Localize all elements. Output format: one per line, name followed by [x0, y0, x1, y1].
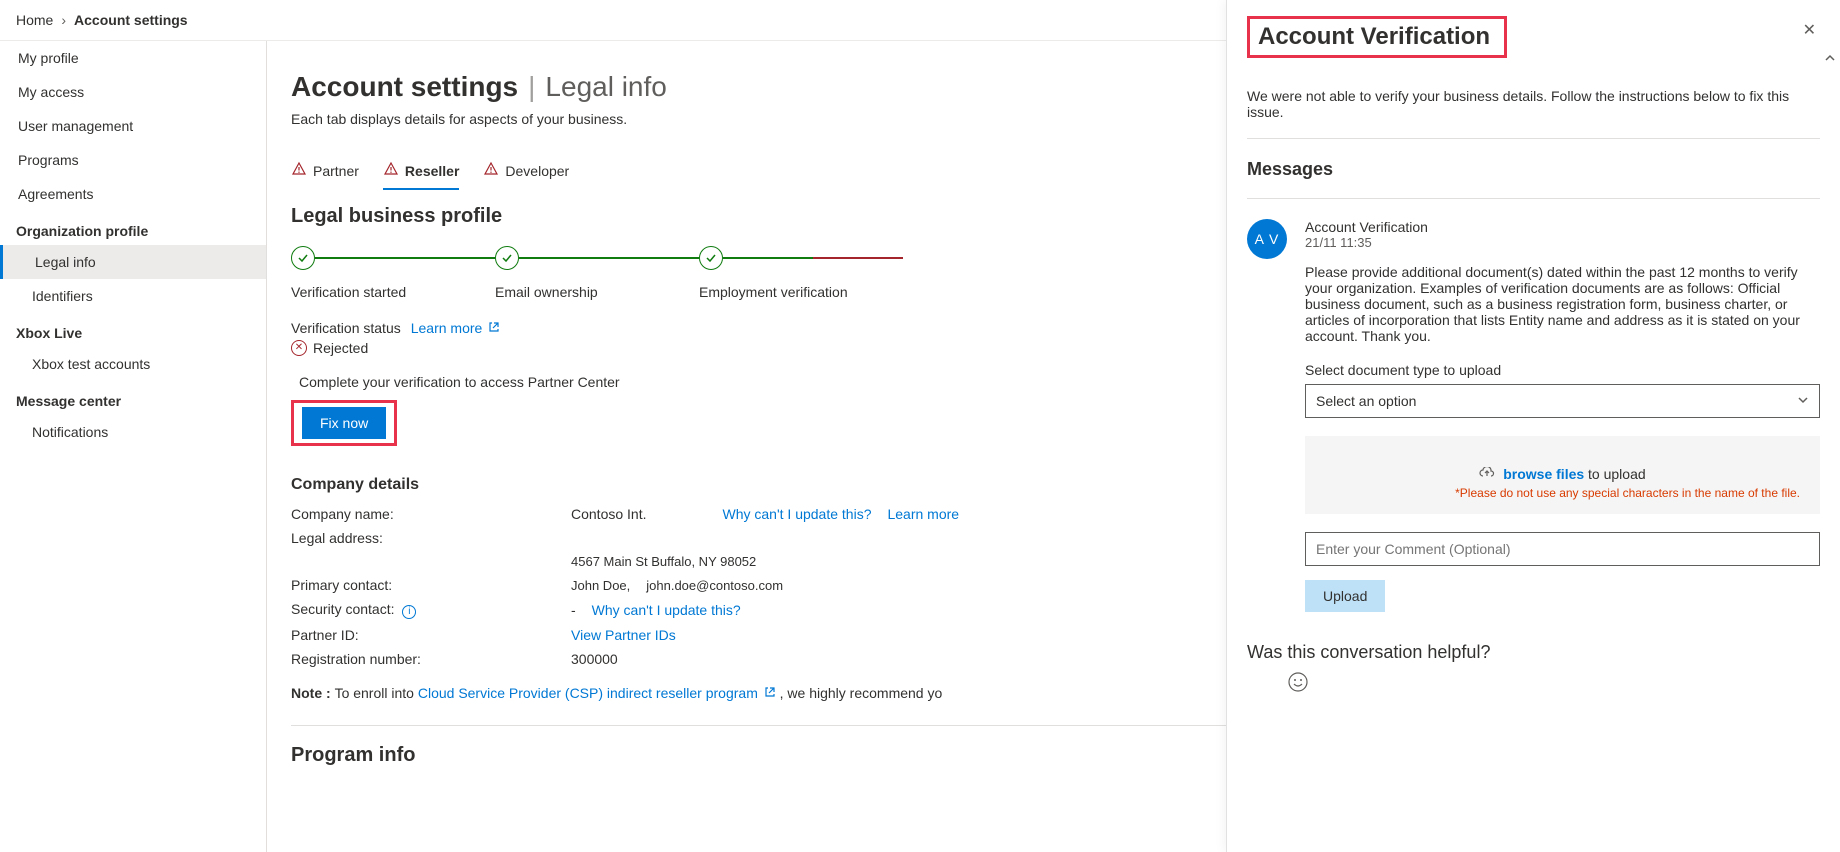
- step-label: Email ownership: [495, 284, 598, 300]
- avatar: A V: [1247, 219, 1287, 259]
- rejected-icon: ✕: [291, 340, 307, 356]
- panel-subtitle: We were not able to verify your business…: [1247, 88, 1820, 120]
- fix-now-highlight: Fix now: [291, 400, 397, 446]
- info-icon: i: [402, 605, 416, 619]
- select-value: Select an option: [1316, 393, 1416, 409]
- warning-icon: [483, 161, 499, 180]
- security-contact-value: -: [571, 602, 576, 618]
- legal-address-label: Legal address:: [291, 530, 571, 546]
- contact-name: John Doe,: [571, 578, 630, 593]
- message-sender: Account Verification: [1305, 219, 1820, 235]
- sidebar-item-notifications[interactable]: Notifications: [0, 415, 266, 449]
- step-done-icon: [495, 246, 519, 270]
- tab-partner[interactable]: Partner: [291, 155, 359, 190]
- sidebar-item-xbox-test[interactable]: Xbox test accounts: [0, 347, 266, 381]
- sidebar-item-my-profile[interactable]: My profile: [0, 41, 266, 75]
- sidebar-item-identifiers[interactable]: Identifiers: [0, 279, 266, 313]
- primary-contact-label: Primary contact:: [291, 577, 571, 593]
- company-name-value: Contoso Int.: [571, 506, 647, 522]
- sidebar-item-user-management[interactable]: User management: [0, 109, 266, 143]
- scroll-up-icon[interactable]: [1820, 48, 1840, 68]
- partner-id-label: Partner ID:: [291, 627, 571, 643]
- contact-email: john.doe@contoso.com: [646, 578, 783, 593]
- step-done-icon: [699, 246, 723, 270]
- external-link-icon: [488, 320, 500, 336]
- breadcrumb-current: Account settings: [74, 12, 188, 28]
- learn-more-link[interactable]: Learn more: [411, 320, 500, 336]
- page-title-main: Account settings: [291, 71, 518, 103]
- tab-label: Reseller: [405, 163, 459, 179]
- tab-developer[interactable]: Developer: [483, 155, 569, 190]
- tab-label: Developer: [505, 163, 569, 179]
- sidebar-item-legal-info[interactable]: Legal info: [0, 245, 266, 279]
- sidebar-group-msg: Message center: [0, 381, 266, 415]
- breadcrumb-home[interactable]: Home: [16, 12, 53, 28]
- view-partner-ids-link[interactable]: View Partner IDs: [571, 627, 676, 643]
- sidebar: My profile My access User management Pro…: [0, 41, 267, 852]
- warning-icon: [291, 161, 307, 180]
- why-cant-update-link[interactable]: Why can't I update this?: [592, 602, 741, 618]
- chevron-down-icon: [1797, 393, 1809, 409]
- browse-files-link[interactable]: browse files: [1503, 466, 1584, 482]
- sidebar-item-agreements[interactable]: Agreements: [0, 177, 266, 211]
- cloud-upload-icon: [1479, 466, 1499, 482]
- upload-button[interactable]: Upload: [1305, 580, 1385, 612]
- tab-reseller[interactable]: Reseller: [383, 155, 459, 190]
- panel-title-highlight: Account Verification: [1247, 16, 1507, 58]
- dropzone-warning: *Please do not use any special character…: [1325, 486, 1800, 500]
- status-label: Verification status: [291, 320, 401, 336]
- account-verification-panel: Account Verification ✕ We were not able …: [1226, 0, 1840, 852]
- sidebar-item-programs[interactable]: Programs: [0, 143, 266, 177]
- messages-heading: Messages: [1247, 159, 1820, 180]
- step-label: Employment verification: [699, 284, 848, 300]
- select-label: Select document type to upload: [1305, 362, 1820, 378]
- helpful-question: Was this conversation helpful?: [1247, 642, 1820, 663]
- page-title-sub: Legal info: [545, 71, 666, 103]
- registration-label: Registration number:: [291, 651, 571, 667]
- fix-now-button[interactable]: Fix now: [302, 407, 386, 439]
- company-name-label: Company name:: [291, 506, 571, 522]
- why-cant-update-link[interactable]: Why can't I update this?: [723, 506, 872, 522]
- chevron-right-icon: ›: [61, 12, 66, 28]
- close-button[interactable]: ✕: [1799, 16, 1820, 44]
- upload-dropzone[interactable]: browse files to upload *Please do not us…: [1305, 436, 1820, 514]
- step-done-icon: [291, 246, 315, 270]
- csp-program-link[interactable]: Cloud Service Provider (CSP) indirect re…: [418, 685, 780, 701]
- document-type-select[interactable]: Select an option: [1305, 384, 1820, 418]
- status-value: Rejected: [313, 340, 368, 356]
- warning-icon: [383, 161, 399, 180]
- to-upload-text: to upload: [1588, 466, 1646, 482]
- learn-more-link[interactable]: Learn more: [887, 506, 959, 522]
- message-body: Please provide additional document(s) da…: [1305, 264, 1820, 344]
- security-contact-label: Security contact: i: [291, 601, 571, 619]
- panel-title: Account Verification: [1258, 23, 1490, 51]
- sidebar-item-my-access[interactable]: My access: [0, 75, 266, 109]
- tab-label: Partner: [313, 163, 359, 179]
- happy-face-icon[interactable]: [1247, 671, 1820, 699]
- close-icon: ✕: [1803, 22, 1816, 39]
- comment-input[interactable]: [1305, 532, 1820, 566]
- sidebar-group-xbox: Xbox Live: [0, 313, 266, 347]
- external-link-icon: [764, 685, 780, 701]
- step-label: Verification started: [291, 284, 406, 300]
- message-time: 21/11 11:35: [1305, 235, 1820, 250]
- sidebar-group-org: Organization profile: [0, 211, 266, 245]
